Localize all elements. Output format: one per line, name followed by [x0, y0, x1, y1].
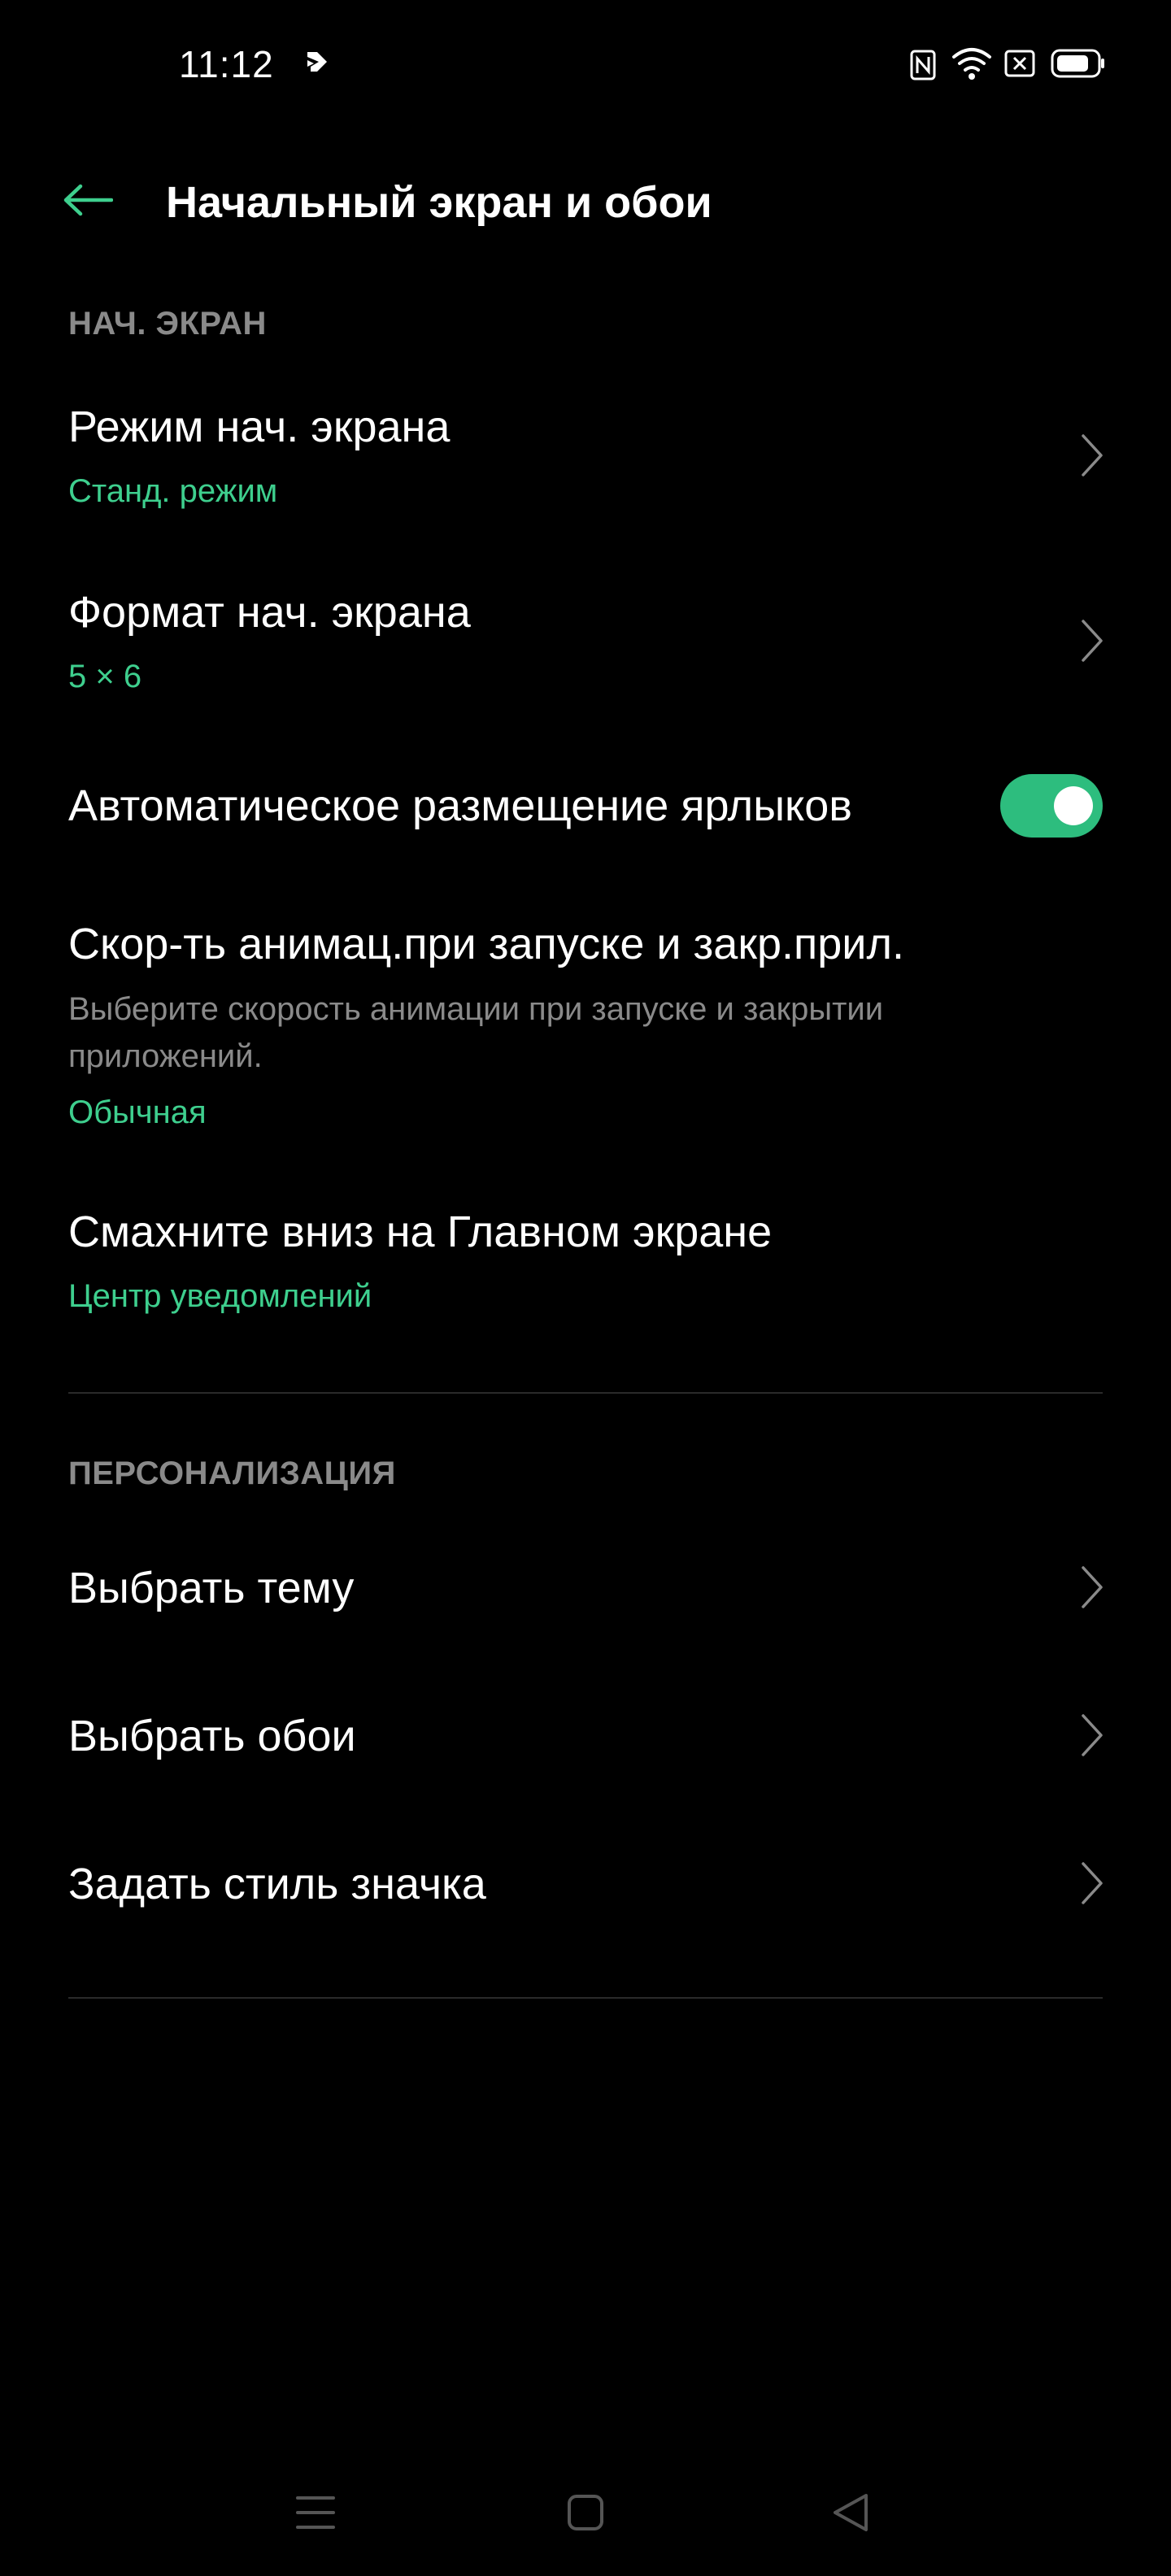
animation-speed-value: Обычная [68, 1094, 207, 1130]
chevron-right-icon [1082, 1714, 1103, 1756]
auto-arrange-shortcuts-toggle[interactable] [1000, 774, 1103, 838]
animation-speed-description: Выберите скорость анимации при запуске и… [68, 991, 884, 1074]
animation-speed-title: Скор-ть анимац.при запуске и закр.прил. [68, 920, 904, 968]
icon-style-title: Задать стиль значка [68, 1860, 486, 1908]
recents-button[interactable] [275, 2472, 356, 2553]
home-screen-format-title: Формат нач. экрана [68, 588, 471, 637]
status-time: 11:12 [179, 43, 274, 85]
page-title: Начальный экран и обои [166, 178, 712, 227]
choose-theme-title: Выбрать тему [68, 1564, 355, 1612]
wifi-icon [952, 48, 991, 80]
battery-icon [1051, 49, 1104, 78]
back-triangle-icon [834, 2494, 868, 2531]
section-header-home-screen: НАЧ. ЭКРАН [68, 306, 267, 342]
home-screen-format-value: 5 × 6 [68, 659, 142, 694]
sim-no-signal-icon [1004, 50, 1035, 77]
arrow-left-icon [63, 184, 113, 216]
animation-speed-row[interactable]: Скор-ть анимац.при запуске и закр.прил. … [0, 903, 1171, 1147]
auto-arrange-shortcuts-row[interactable]: Автоматическое размещение ярлыков [0, 756, 1171, 854]
choose-wallpaper-title: Выбрать обои [68, 1712, 356, 1760]
home-screen-mode-row[interactable]: Режим нач. экрана Станд. режим [0, 382, 1171, 529]
swipe-down-title: Смахните вниз на Главном экране [68, 1208, 773, 1256]
swipe-down-row[interactable]: Смахните вниз на Главном экране Центр ув… [0, 1190, 1171, 1337]
swipe-down-value: Центр уведомлений [68, 1278, 372, 1314]
back-nav-button[interactable] [810, 2472, 891, 2553]
home-screen-mode-title: Режим нач. экрана [68, 402, 451, 451]
home-button[interactable] [545, 2472, 626, 2553]
home-screen-format-row[interactable]: Формат нач. экрана 5 × 6 [0, 568, 1171, 714]
choose-wallpaper-row[interactable]: Выбрать обои [0, 1677, 1171, 1799]
back-button[interactable] [54, 171, 122, 229]
section-header-personalization: ПЕРСОНАЛИЗАЦИЯ [68, 1456, 396, 1491]
chevron-right-icon [1082, 434, 1103, 476]
chevron-right-icon [1082, 620, 1103, 662]
toggle-knob [1054, 786, 1093, 825]
divider [68, 1997, 1103, 1999]
home-icon [568, 2495, 603, 2530]
choose-theme-row[interactable]: Выбрать тему [0, 1529, 1171, 1651]
nfc-icon [910, 50, 936, 80]
auto-arrange-shortcuts-title: Автоматическое размещение ярлыков [68, 781, 852, 830]
menu-icon [296, 2496, 335, 2529]
app-notification-icon [307, 52, 327, 72]
chevron-right-icon [1082, 1862, 1103, 1904]
chevron-right-icon [1082, 1566, 1103, 1608]
icon-style-row[interactable]: Задать стиль значка [0, 1825, 1171, 1947]
home-screen-mode-value: Станд. режим [68, 473, 278, 509]
divider [68, 1392, 1103, 1394]
